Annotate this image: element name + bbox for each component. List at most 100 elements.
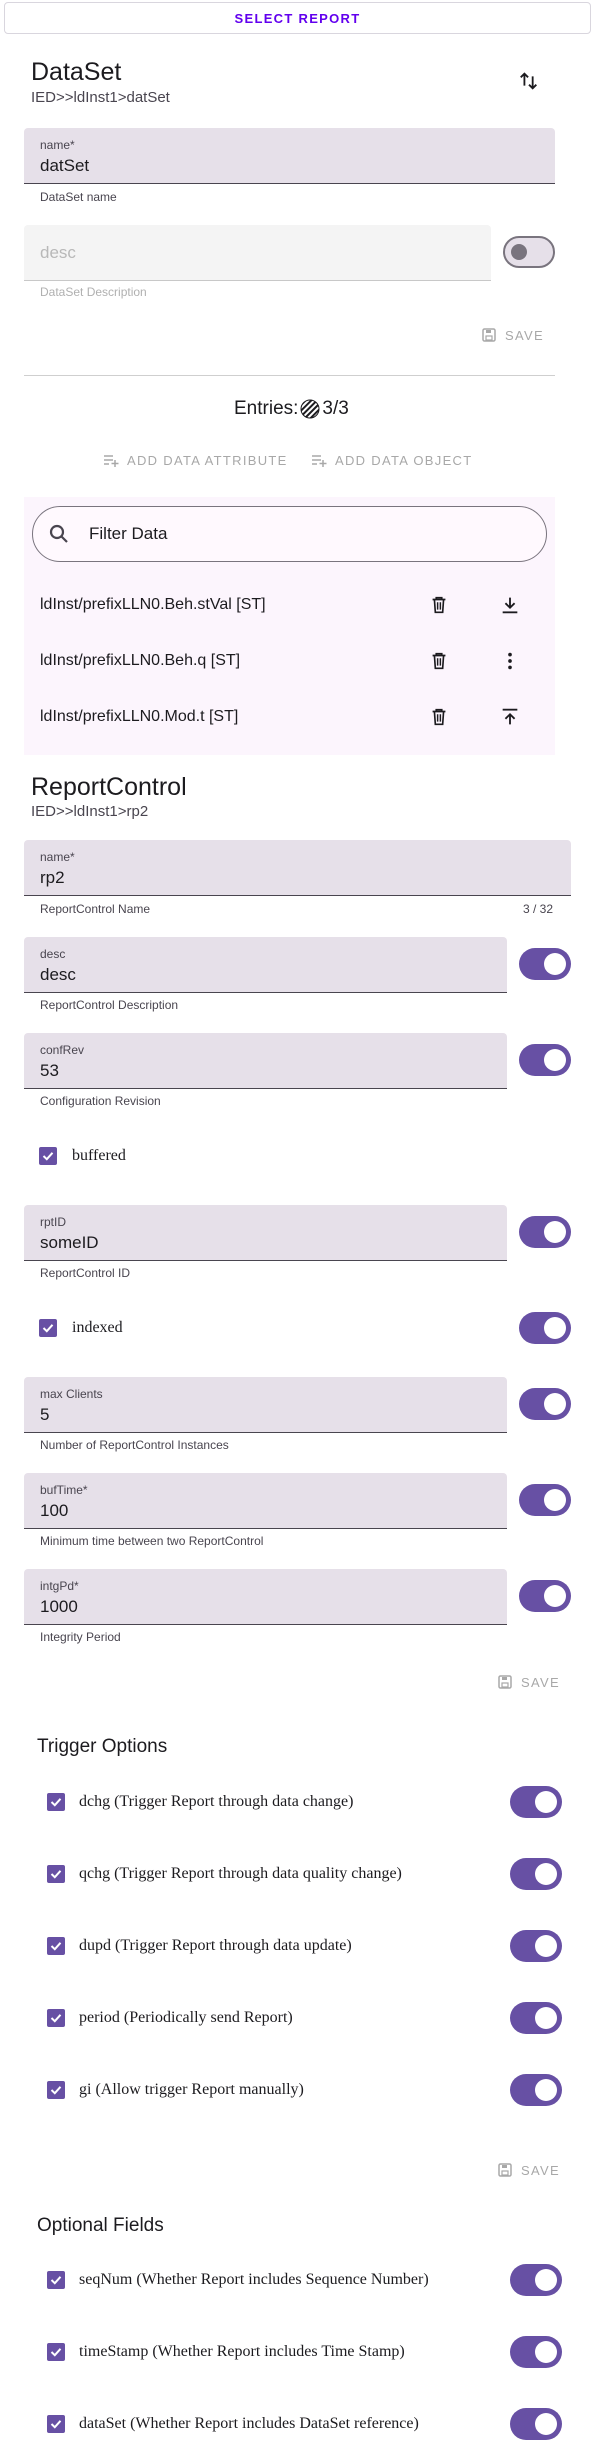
field-label: bufTime* — [40, 1483, 88, 1497]
move-down-icon[interactable] — [499, 594, 521, 621]
field-value: 53 — [40, 1061, 59, 1080]
playlist-add-icon — [312, 455, 327, 467]
optional-field-toggle[interactable] — [510, 2408, 562, 2440]
trigger-option-label: dupd (Trigger Report through data update… — [79, 1937, 352, 1954]
intgpd-toggle[interactable] — [519, 1580, 571, 1612]
dataset-name-field[interactable]: name* datSet — [24, 128, 555, 184]
more-vert-icon[interactable] — [499, 650, 521, 677]
optional-field-toggle[interactable] — [510, 2264, 562, 2296]
max-clients-helper: Number of ReportControl Instances — [40, 1438, 229, 1452]
optional-field-label: seqNum (Whether Report includes Sequence… — [79, 2271, 429, 2288]
dataset-desc-helper: DataSet Description — [40, 285, 147, 299]
trigger-option-toggle[interactable] — [510, 1858, 562, 1890]
field-label: name* — [40, 850, 75, 864]
field-value: 100 — [40, 1501, 69, 1520]
list-item[interactable]: ldInst/prefixLLN0.Beh.stVal [ST] — [40, 596, 266, 614]
trigger-options-title: Trigger Options — [37, 1736, 168, 1757]
confrev-toggle[interactable] — [519, 1044, 571, 1076]
field-value: 1000 — [40, 1597, 78, 1616]
dataset-save-button[interactable]: SAVE — [481, 327, 544, 343]
report-desc-toggle[interactable] — [519, 948, 571, 980]
trigger-save-button[interactable]: SAVE — [497, 2162, 560, 2178]
indexed-toggle[interactable] — [519, 1312, 571, 1344]
report-save-button[interactable]: SAVE — [497, 1674, 560, 1690]
swap-vert-icon[interactable] — [518, 70, 540, 97]
intgpd-field[interactable]: intgPd* 1000 — [24, 1569, 507, 1625]
trigger-option-checkbox[interactable] — [47, 1793, 65, 1811]
trigger-option-label: period (Periodically send Report) — [79, 2009, 293, 2026]
optional-field-checkbox[interactable] — [47, 2415, 65, 2433]
rptid-field[interactable]: rptID someID — [24, 1205, 507, 1261]
buftime-helper: Minimum time between two ReportControl — [40, 1534, 264, 1548]
dataset-path: IED>>ldInst1>datSet — [31, 89, 170, 106]
add-data-object-button[interactable]: ADD DATA OBJECT — [311, 452, 472, 468]
rptid-toggle[interactable] — [519, 1216, 571, 1248]
optional-field-label: dataSet (Whether Report includes DataSet… — [79, 2415, 419, 2432]
filter-input[interactable]: Filter Data — [32, 506, 547, 562]
trigger-option-toggle[interactable] — [510, 1786, 562, 1818]
progress-circle-icon — [300, 399, 320, 419]
trigger-option-toggle[interactable] — [510, 2002, 562, 2034]
delete-icon[interactable] — [428, 706, 450, 733]
dataset-desc-toggle[interactable] — [503, 236, 555, 268]
report-name-counter: 3 / 32 — [523, 902, 554, 916]
save-icon — [482, 328, 496, 342]
trigger-option-toggle[interactable] — [510, 2074, 562, 2106]
dataset-name-helper: DataSet name — [40, 190, 117, 204]
select-report-button[interactable]: SELECT REPORT — [4, 2, 591, 34]
field-label: rptID — [40, 1215, 67, 1229]
trigger-option-label: gi (Allow trigger Report manually) — [79, 2081, 304, 2098]
max-clients-toggle[interactable] — [519, 1388, 571, 1420]
dataset-divider — [24, 375, 555, 376]
delete-icon[interactable] — [428, 594, 450, 621]
list-item[interactable]: ldInst/prefixLLN0.Mod.t [ST] — [40, 708, 238, 726]
optional-field-checkbox[interactable] — [47, 2343, 65, 2361]
field-label: max Clients — [40, 1387, 103, 1401]
indexed-checkbox[interactable] — [39, 1319, 57, 1337]
add-data-object-label: ADD DATA OBJECT — [335, 452, 473, 468]
rptid-helper: ReportControl ID — [40, 1266, 131, 1280]
add-data-attribute-button[interactable]: ADD DATA ATTRIBUTE — [103, 452, 288, 468]
confrev-field[interactable]: confRev 53 — [24, 1033, 507, 1089]
report-desc-helper: ReportControl Description — [40, 998, 179, 1012]
optional-fields-title: Optional Fields — [37, 2215, 164, 2236]
delete-icon[interactable] — [428, 650, 450, 677]
confrev-helper: Configuration Revision — [40, 1094, 161, 1108]
dataset-title: DataSet — [31, 58, 122, 86]
field-label: intgPd* — [40, 1579, 79, 1593]
field-value: 5 — [40, 1405, 50, 1424]
trigger-option-toggle[interactable] — [510, 1930, 562, 1962]
entries-count: 3/3 — [322, 398, 349, 419]
report-name-field[interactable]: name* rp2 — [24, 840, 571, 896]
optional-field-label: timeStamp (Whether Report includes Time … — [79, 2343, 405, 2360]
save-label: SAVE — [521, 1674, 560, 1690]
list-item[interactable]: ldInst/prefixLLN0.Beh.q [ST] — [40, 652, 240, 670]
move-up-icon[interactable] — [499, 706, 521, 733]
indexed-label: indexed — [72, 1319, 123, 1336]
buffered-checkbox[interactable] — [39, 1147, 57, 1165]
field-placeholder: desc — [40, 242, 76, 262]
buftime-field[interactable]: bufTime* 100 — [24, 1473, 507, 1529]
field-value: someID — [40, 1233, 99, 1252]
max-clients-field[interactable]: max Clients 5 — [24, 1377, 507, 1433]
report-control-path: IED>>ldInst1>rp2 — [31, 803, 149, 820]
buftime-toggle[interactable] — [519, 1484, 571, 1516]
trigger-option-checkbox[interactable] — [47, 2081, 65, 2099]
buffered-label: buffered — [72, 1147, 126, 1164]
dataset-desc-field[interactable]: desc — [24, 225, 491, 281]
search-icon — [49, 524, 68, 543]
field-label: name* — [40, 138, 75, 152]
trigger-option-checkbox[interactable] — [47, 2009, 65, 2027]
add-data-attribute-label: ADD DATA ATTRIBUTE — [127, 452, 288, 468]
trigger-option-checkbox[interactable] — [47, 1937, 65, 1955]
optional-field-toggle[interactable] — [510, 2336, 562, 2368]
field-value: datSet — [40, 156, 90, 175]
report-name-helper: ReportControl Name — [40, 902, 151, 916]
report-desc-field[interactable]: desc desc — [24, 937, 507, 993]
trigger-option-label: dchg (Trigger Report through data change… — [79, 1793, 354, 1810]
save-label: SAVE — [521, 2162, 560, 2178]
optional-field-checkbox[interactable] — [47, 2271, 65, 2289]
save-label: SAVE — [505, 327, 544, 343]
trigger-option-checkbox[interactable] — [47, 1865, 65, 1883]
report-control-title: ReportControl — [31, 773, 187, 801]
